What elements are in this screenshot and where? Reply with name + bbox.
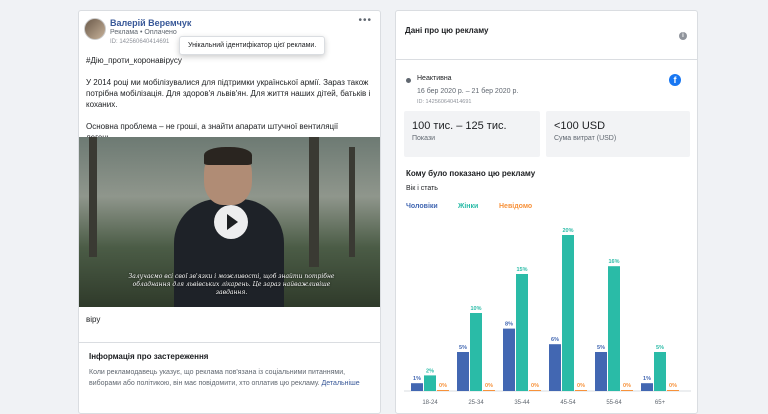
post-paragraph: У 2014 році ми мобілізувалися для підтри… <box>86 78 371 109</box>
bar-label: 0% <box>669 383 677 389</box>
bar-label: 0% <box>577 383 585 389</box>
run-dates: 16 бер 2020 р. – 21 бер 2020 р. <box>417 88 519 95</box>
bar-45-54-0 <box>549 344 561 391</box>
legend-men: Чоловіки <box>406 203 438 210</box>
avatar[interactable] <box>84 18 106 40</box>
bar-65+-1 <box>654 352 666 391</box>
more-options-icon[interactable]: ••• <box>358 15 372 26</box>
x-tick-label: 35-44 <box>514 400 530 406</box>
background-tree <box>89 137 97 257</box>
video-player[interactable]: Залучаємо всі свої зв'язки і можливості,… <box>79 137 380 307</box>
bar-25-34-1 <box>470 313 482 391</box>
ad-id-tooltip: Унікальний ідентифікатор цієї реклами. <box>179 36 326 55</box>
bar-label: 5% <box>459 345 467 351</box>
bar-label: 16% <box>608 259 619 265</box>
impressions-label: Покази <box>412 135 436 142</box>
x-tick-label: 55-64 <box>606 400 622 406</box>
bar-25-34-0 <box>457 352 469 391</box>
bar-55-64-1 <box>608 266 620 391</box>
facebook-icon: f <box>669 74 681 86</box>
ad-meta: Реклама • Оплачено <box>110 29 177 36</box>
bar-label: 0% <box>485 383 493 389</box>
bar-18-24-0 <box>411 383 423 391</box>
bar-label: 10% <box>470 306 481 312</box>
audience-title: Кому було показано цю рекламу <box>406 169 536 178</box>
bar-label: 0% <box>439 383 447 389</box>
bar-35-44-1 <box>516 274 528 391</box>
bar-18-24-2 <box>437 390 449 391</box>
age-gender-title: Вік і стать <box>406 185 438 192</box>
background-tree <box>309 137 319 267</box>
bar-label: 0% <box>623 383 631 389</box>
hashtag[interactable]: #Дію_проти_коронавірусу <box>86 55 373 66</box>
impressions-value: 100 тис. – 125 тис. <box>412 120 507 132</box>
x-tick-label: 45-54 <box>560 400 576 406</box>
spend-value: <100 USD <box>554 120 606 132</box>
status-text: Неактивна <box>417 75 452 82</box>
learn-more-link[interactable]: Детальніше <box>322 380 360 387</box>
bar-45-54-1 <box>562 235 574 391</box>
ad-id: ID: 142560640414691 <box>110 39 170 45</box>
disclaimer-section: Інформація про застереження Коли рекламо… <box>79 342 380 413</box>
bar-label: 5% <box>656 345 664 351</box>
legend-women: Жінки <box>458 203 479 210</box>
bar-25-34-2 <box>483 390 495 391</box>
x-tick-label: 18-24 <box>422 400 438 406</box>
details-ad-id: ID: 142560640414691 <box>417 99 472 105</box>
spend-stat: <100 USD Сума витрат (USD) <box>546 111 690 157</box>
bar-35-44-0 <box>503 328 515 391</box>
bar-label: 2% <box>426 368 434 374</box>
bar-65+-0 <box>641 383 653 391</box>
bar-label: 6% <box>551 337 559 343</box>
status-dot-icon <box>406 78 411 83</box>
impressions-stat: 100 тис. – 125 тис. Покази <box>404 111 540 157</box>
bar-45-54-2 <box>575 390 587 391</box>
play-icon[interactable] <box>214 205 248 239</box>
bar-label: 1% <box>643 376 651 382</box>
divider <box>396 59 697 60</box>
ad-header: Валерій Веремчук Реклама • Оплачено ID: … <box>79 11 380 55</box>
legend-unknown: Невідомо <box>499 203 533 210</box>
ad-preview-card: Валерій Веремчук Реклама • Оплачено ID: … <box>78 10 381 414</box>
bar-label: 20% <box>562 228 573 234</box>
bar-55-64-2 <box>621 390 633 391</box>
x-tick-label: 25-34 <box>468 400 484 406</box>
video-caption: віру <box>86 315 101 324</box>
bar-label: 5% <box>597 345 605 351</box>
info-icon[interactable]: i <box>679 32 687 40</box>
x-tick-label: 65+ <box>655 400 666 406</box>
bar-label: 1% <box>413 376 421 382</box>
post-text: #Дію_проти_коронавірусу У 2014 році ми м… <box>79 55 380 143</box>
disclaimer-title: Інформація про застереження <box>89 352 209 361</box>
details-title: Дані про цю рекламу <box>405 26 489 35</box>
spend-label: Сума витрат (USD) <box>554 135 617 142</box>
bar-label: 0% <box>531 383 539 389</box>
video-subtitle: Залучаємо всі свої зв'язки і можливості,… <box>128 273 335 296</box>
bar-label: 15% <box>516 267 527 273</box>
bar-18-24-1 <box>424 375 436 391</box>
age-gender-chart: 1% 2% 0% 18-24 5% 10% 0% 25-34 8% 15% 0% 35-44 6% 20%… <box>404 228 691 406</box>
author-name[interactable]: Валерій Веремчук <box>110 18 191 28</box>
bar-label: 8% <box>505 322 513 328</box>
bar-65+-2 <box>667 390 679 391</box>
bar-55-64-0 <box>595 352 607 391</box>
background-tree <box>349 147 355 257</box>
disclaimer-text: Коли рекламодавець указує, що реклама по… <box>89 369 360 387</box>
bar-35-44-2 <box>529 390 541 391</box>
ad-details-card: Дані про цю рекламу i Неактивна 16 бер 2… <box>395 10 698 414</box>
